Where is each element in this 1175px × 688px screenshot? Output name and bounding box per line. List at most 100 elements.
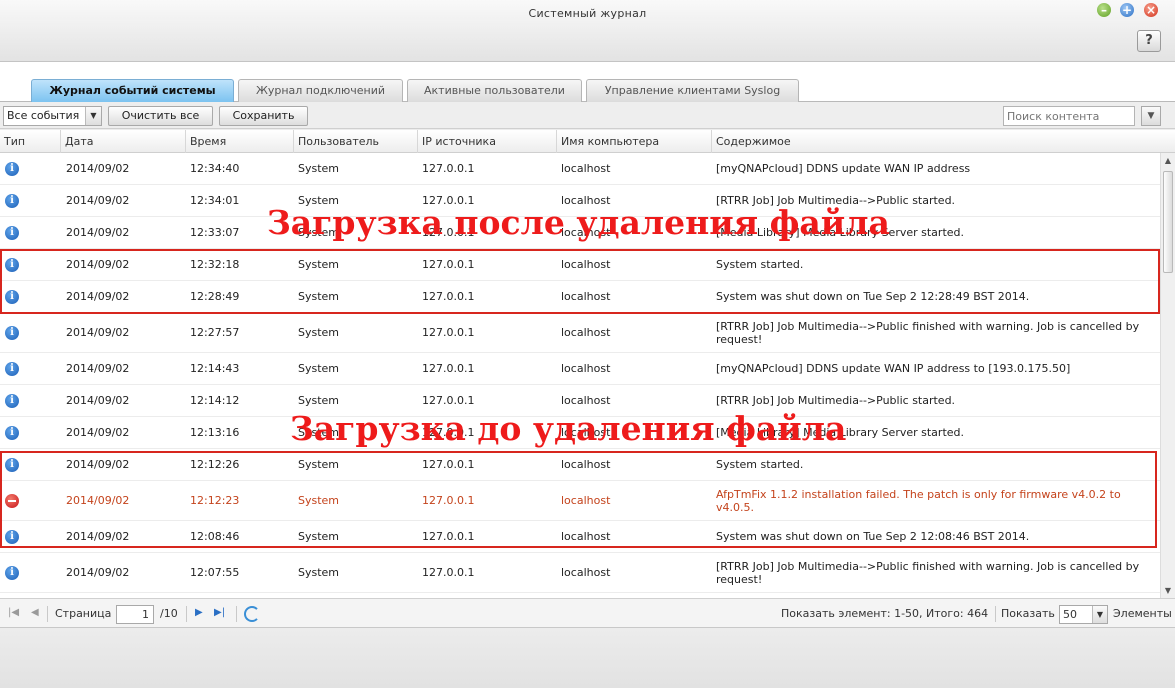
cell-type: i — [5, 385, 19, 416]
table-row[interactable]: i 2014/09/02 12:28:49 System 127.0.0.1 localh… — [0, 281, 1160, 313]
cell-content: System was shut down on Tue Sep 2 12:08:… — [716, 521, 1160, 552]
vertical-scrollbar[interactable]: ▲ ▼ — [1160, 153, 1175, 598]
window-title: Системный журнал — [528, 7, 647, 20]
search-input[interactable] — [1003, 106, 1135, 126]
last-page-icon[interactable]: ▶| — [214, 607, 225, 618]
scrollbar-thumb[interactable] — [1163, 171, 1173, 273]
table-header: Тип Дата Время Пользователь IP источника… — [0, 130, 1175, 153]
info-icon: i — [5, 257, 19, 272]
clear-all-button[interactable]: Очистить все — [108, 106, 213, 126]
cell-user: System — [298, 566, 340, 579]
table-row[interactable]: i 2014/09/02 12:34:01 System 127.0.0.1 localh… — [0, 185, 1160, 217]
cell-time: 12:34:01 — [190, 194, 240, 207]
cell-computer-name: localhost — [561, 226, 611, 239]
scroll-down-icon[interactable]: ▼ — [1161, 583, 1175, 598]
content-text: [RTRR Job] Job Multimedia-->Public finis… — [716, 319, 1140, 346]
cell-computer-name: localhost — [561, 326, 611, 339]
table-row[interactable]: i 2014/09/02 12:08:46 System 127.0.0.1 localh… — [0, 521, 1160, 553]
cell-content: System started. — [716, 249, 1160, 280]
event-filter-value: Все события — [7, 109, 80, 122]
tab-system-event-log[interactable]: Журнал событий системы — [31, 79, 234, 102]
error-icon — [5, 493, 19, 508]
cell-source-ip: 127.0.0.1 — [422, 458, 475, 471]
table-row[interactable]: i 2014/09/02 12:34:40 System 127.0.0.1 localh… — [0, 153, 1160, 185]
column-header-source-ip[interactable]: IP источника — [417, 130, 556, 153]
cell-user: System — [298, 326, 340, 339]
tab-online-users[interactable]: Активные пользователи — [407, 79, 582, 102]
cell-time: 12:07:55 — [190, 566, 240, 579]
page-size-label: Показать — [1001, 607, 1055, 620]
cell-source-ip: 127.0.0.1 — [422, 258, 475, 271]
table-row[interactable]: i 2014/09/02 12:14:43 System 127.0.0.1 localh… — [0, 353, 1160, 385]
previous-page-icon[interactable]: ◀ — [31, 607, 39, 618]
scroll-up-icon[interactable]: ▲ — [1161, 153, 1175, 168]
cell-time: 12:33:07 — [190, 226, 240, 239]
cell-time: 12:08:46 — [190, 530, 240, 543]
cell-user: System — [298, 290, 340, 303]
next-page-icon[interactable]: ▶ — [195, 607, 203, 618]
table-row[interactable]: 2014/09/02 12:12:23 System 127.0.0.1 localho… — [0, 481, 1160, 521]
info-icon: i — [5, 393, 19, 408]
cell-source-ip: 127.0.0.1 — [422, 326, 475, 339]
cell-date: 2014/09/02 — [66, 458, 130, 471]
info-icon: i — [5, 161, 19, 176]
page-size-value: 50 — [1063, 608, 1077, 621]
cell-type: i — [5, 249, 19, 280]
chevron-down-icon: ▼ — [1092, 606, 1107, 623]
cell-computer-name: localhost — [561, 394, 611, 407]
cell-content: [Media Library] Media Library Server sta… — [716, 217, 1160, 248]
cell-user: System — [298, 394, 340, 407]
table-row[interactable]: i 2014/09/02 12:32:18 System 127.0.0.1 localh… — [0, 249, 1160, 281]
cell-date: 2014/09/02 — [66, 362, 130, 375]
chevron-down-icon: ▼ — [85, 107, 101, 125]
cell-content: [Media Library] Media Library Server sta… — [716, 417, 1160, 448]
save-button[interactable]: Сохранить — [219, 106, 308, 126]
table-row[interactable]: i 2014/09/02 12:07:55 System 127.0.0.1 localh… — [0, 553, 1160, 593]
tab-connection-log[interactable]: Журнал подключений — [238, 79, 403, 102]
first-page-icon[interactable]: |◀ — [8, 607, 19, 618]
column-header-type[interactable]: Тип — [0, 130, 60, 153]
page-number-input[interactable]: 1 — [116, 605, 154, 624]
content-text: [myQNAPcloud] DDNS update WAN IP address… — [716, 362, 1071, 375]
column-header-content[interactable]: Содержимое — [711, 130, 1175, 153]
cell-type: i — [5, 313, 19, 352]
cell-content: System was shut down on Tue Sep 2 12:28:… — [716, 281, 1160, 312]
content-text: [RTRR Job] Job Multimedia-->Public start… — [716, 194, 956, 207]
table-row[interactable]: i 2014/09/02 12:13:16 System 127.0.0.1 localh… — [0, 417, 1160, 449]
table-row[interactable]: i 2014/09/02 12:12:26 System 127.0.0.1 localh… — [0, 449, 1160, 481]
info-icon: i — [5, 193, 19, 208]
close-icon[interactable]: × — [1144, 3, 1158, 17]
table-row[interactable]: i 2014/09/02 12:27:57 System 127.0.0.1 localh… — [0, 313, 1160, 353]
table-row[interactable]: i 2014/09/02 12:33:07 System 127.0.0.1 localh… — [0, 217, 1160, 249]
cell-type: i — [5, 281, 19, 312]
cell-type: i — [5, 521, 19, 552]
maximize-icon[interactable]: + — [1120, 3, 1134, 17]
cell-type: i — [5, 185, 19, 216]
info-icon: i — [5, 529, 19, 544]
cell-user: System — [298, 258, 340, 271]
table-row[interactable]: i 2014/09/02 12:14:12 System 127.0.0.1 localh… — [0, 385, 1160, 417]
page-size-select[interactable]: 50 ▼ — [1059, 605, 1108, 624]
column-header-computer-name[interactable]: Имя компьютера — [556, 130, 711, 153]
page-label: Страница — [55, 607, 112, 620]
info-icon: i — [5, 325, 19, 340]
event-filter-select[interactable]: Все события ▼ — [3, 106, 102, 126]
refresh-icon[interactable] — [244, 606, 260, 622]
pager-divider — [47, 606, 48, 622]
cell-type: i — [5, 553, 19, 592]
cell-computer-name: localhost — [561, 458, 611, 471]
cell-source-ip: 127.0.0.1 — [422, 494, 475, 507]
cell-computer-name: localhost — [561, 258, 611, 271]
cell-time: 12:14:43 — [190, 362, 240, 375]
tab-syslog-clients[interactable]: Управление клиентами Syslog — [586, 79, 799, 102]
items-label: Элементы — [1113, 607, 1172, 620]
content-text: [Media Library] Media Library Server sta… — [716, 226, 965, 239]
help-button[interactable]: ? — [1137, 30, 1161, 52]
column-header-date[interactable]: Дата — [60, 130, 185, 153]
page-total: /10 — [160, 607, 178, 620]
double-chevron-down-icon[interactable]: ▼ — [1141, 106, 1161, 126]
column-header-user[interactable]: Пользователь — [293, 130, 417, 153]
minimize-icon[interactable]: – — [1097, 3, 1111, 17]
column-header-time[interactable]: Время — [185, 130, 293, 153]
window-titlebar: Системный журнал – + × ? — [0, 0, 1175, 62]
